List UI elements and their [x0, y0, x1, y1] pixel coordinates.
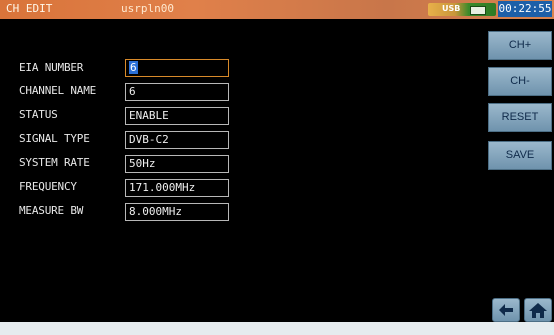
label-system-rate: SYSTEM RATE	[19, 156, 90, 169]
system-rate-field[interactable]: 50Hz	[125, 155, 229, 173]
page-title: CH EDIT	[6, 2, 53, 15]
eia-number-value: 6	[129, 61, 138, 74]
home-button[interactable]	[524, 298, 552, 322]
device-screen: CH EDIT usrpln00 USB 00:22:55 EIA NUMBER…	[0, 0, 554, 322]
label-frequency: FREQUENCY	[19, 180, 77, 193]
label-signal-type: SIGNAL TYPE	[19, 132, 90, 145]
usb-icon: USB	[442, 4, 461, 13]
label-channel-name: CHANNEL NAME	[19, 84, 97, 97]
ch-minus-button[interactable]: CH-	[488, 67, 552, 96]
bottom-bezel	[0, 322, 554, 335]
home-icon	[529, 303, 547, 318]
channel-name-field[interactable]: 6	[125, 83, 229, 101]
reset-button[interactable]: RESET	[488, 103, 552, 132]
battery-icon	[470, 6, 486, 15]
measure-bw-field[interactable]: 8.000MHz	[125, 203, 229, 221]
clock: 00:22:55	[498, 1, 552, 17]
label-eia-number: EIA NUMBER	[19, 61, 84, 74]
save-button[interactable]: SAVE	[488, 141, 552, 170]
arrow-left-icon	[499, 304, 513, 316]
user-name: usrpln00	[121, 2, 174, 15]
label-status: STATUS	[19, 108, 58, 121]
ch-plus-button[interactable]: CH+	[488, 31, 552, 60]
eia-number-field[interactable]: 6	[125, 59, 229, 77]
frequency-field[interactable]: 171.000MHz	[125, 179, 229, 197]
title-bar: CH EDIT usrpln00 USB 00:22:55	[0, 0, 554, 19]
status-field[interactable]: ENABLE	[125, 107, 229, 125]
signal-type-field[interactable]: DVB-C2	[125, 131, 229, 149]
back-button[interactable]	[492, 298, 520, 322]
label-measure-bw: MEASURE BW	[19, 204, 84, 217]
status-indicators: USB	[428, 3, 496, 16]
